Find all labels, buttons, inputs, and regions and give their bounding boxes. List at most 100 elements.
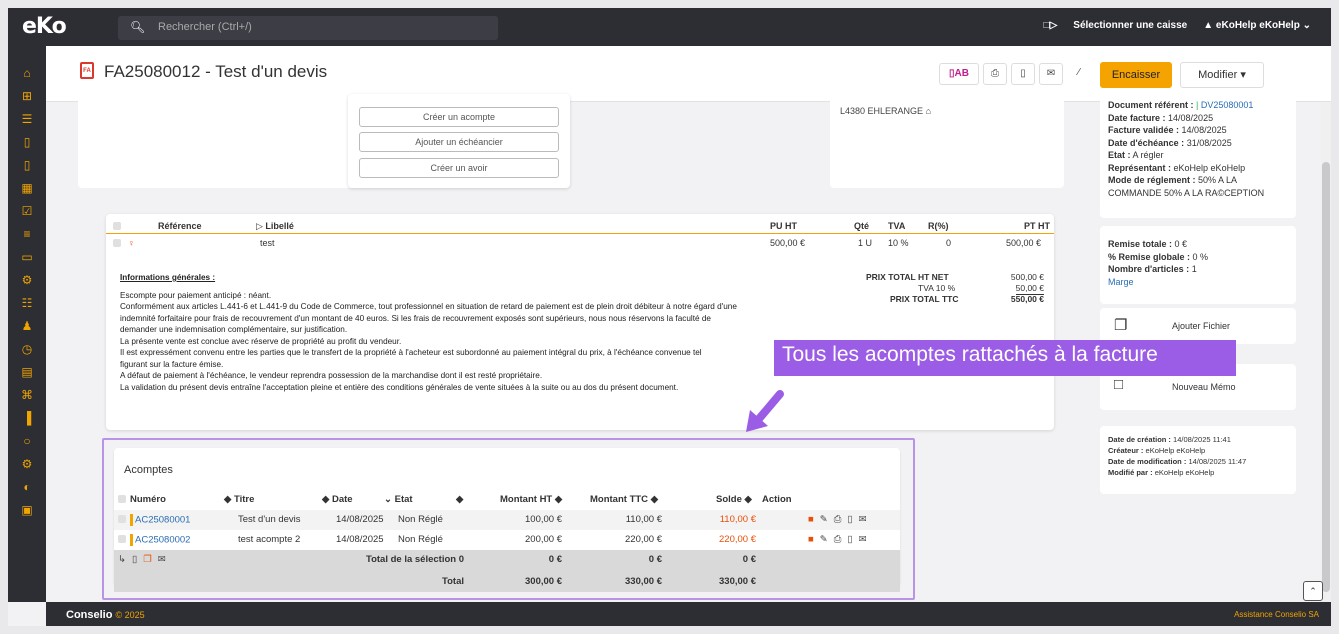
grid-icon[interactable]: ⊞ xyxy=(8,85,46,108)
edit-icon[interactable]: ✎ xyxy=(820,534,834,545)
chart-icon[interactable]: ▐ xyxy=(8,407,46,430)
etat-sort-icon[interactable]: ◆ xyxy=(456,494,463,505)
trash-icon[interactable]: ■ xyxy=(808,514,820,525)
footer-brand: Conselio xyxy=(66,609,113,621)
search-icon[interactable]: ○ xyxy=(8,430,46,453)
document-add-icon[interactable]: ▯ xyxy=(8,154,46,177)
col-ttc-label: Montant TTC xyxy=(590,494,649,505)
attach-button[interactable]: ∕ xyxy=(1067,63,1091,85)
modifier-button[interactable]: Modifier ▾ xyxy=(1180,62,1264,88)
col-reference[interactable]: Référence xyxy=(158,221,202,231)
pdf-icon[interactable]: ▯ xyxy=(847,534,858,545)
create-avoir-button[interactable]: Créer un avoir xyxy=(359,158,559,178)
date-facture: 14/08/2025 xyxy=(1168,112,1214,123)
row-checkbox[interactable] xyxy=(118,535,126,544)
mail-icon: ✉ xyxy=(1046,68,1056,79)
pdf-icon[interactable]: ▯ xyxy=(847,514,858,525)
pdf-button[interactable]: ▯ xyxy=(1011,63,1035,85)
email-button[interactable]: ✉ xyxy=(1039,63,1063,85)
acompte-solde: 220,00 € xyxy=(719,534,756,545)
nb-label: Nombre d'articles : xyxy=(1108,264,1190,274)
scrollbar-thumb[interactable] xyxy=(1322,162,1330,592)
create-acompte-button[interactable]: Créer un acompte xyxy=(359,107,559,127)
register-icon[interactable]: □▷ xyxy=(1044,20,1058,31)
print-icon: ⎙ xyxy=(991,68,999,79)
acomptes-select-all[interactable] xyxy=(118,495,126,504)
col-titre-label: Titre xyxy=(233,494,255,505)
mail-icon[interactable]: ✉ xyxy=(158,554,172,565)
acompte-row[interactable]: AC25080002 test acompte 2 14/08/2025 Non… xyxy=(114,530,900,550)
logo[interactable]: eKo xyxy=(22,14,67,39)
marge-link[interactable]: Marge xyxy=(1108,276,1208,289)
ab-button[interactable]: ▯AB xyxy=(939,63,979,85)
col-ht[interactable]: Montant HT ◆ xyxy=(500,494,562,505)
select-register-button[interactable]: Sélectionner une caisse xyxy=(1073,20,1187,31)
line-checkbox[interactable] xyxy=(113,239,121,247)
col-pu: PU HT xyxy=(770,221,797,231)
col-numero[interactable]: Numéro xyxy=(130,494,166,505)
doc-ref-link[interactable]: DV25080001 xyxy=(1201,100,1254,110)
selection-solde: 0 € xyxy=(742,554,756,565)
gear-icon[interactable]: ⚙ xyxy=(8,453,46,476)
print-button[interactable]: ⎙ xyxy=(983,63,1007,85)
document-icon[interactable]: ▯ xyxy=(8,131,46,154)
col-titre[interactable]: ◆ Titre xyxy=(224,494,254,505)
scrollbar[interactable] xyxy=(1321,102,1331,602)
add-echeancier-button[interactable]: Ajouter un échéancier xyxy=(359,132,559,152)
search-input[interactable]: 🔍︎ Rechercher (Ctrl+/) xyxy=(118,16,498,40)
col-libelle-label: Libellé xyxy=(265,221,294,231)
list-numbered-icon[interactable]: ≡ xyxy=(8,223,46,246)
row-checkbox[interactable] xyxy=(118,515,126,524)
settings-list-icon[interactable]: ⚙ xyxy=(8,269,46,292)
pdf-icon[interactable]: ▯ xyxy=(132,554,143,565)
edit-icon[interactable]: ✎ xyxy=(820,514,834,525)
acompte-number-link[interactable]: AC25080002 xyxy=(135,535,190,546)
forward-icon[interactable]: ↳ xyxy=(118,554,132,565)
receipt-icon[interactable]: ▤ xyxy=(8,361,46,384)
totals-card: Remise totale : 0 € % Remise globale : 0… xyxy=(1100,226,1296,304)
encaisser-button[interactable]: Encaisser xyxy=(1100,62,1172,88)
network-icon[interactable]: ⌘ xyxy=(8,384,46,407)
line-pt: 500,00 € xyxy=(1006,238,1042,248)
calendar-check-icon[interactable]: ☑ xyxy=(8,200,46,223)
print-icon[interactable]: ⎙ xyxy=(834,534,848,545)
acompte-row[interactable]: AC25080001 Test d'un devis 14/08/2025 No… xyxy=(114,510,900,530)
col-solde-label: Solde xyxy=(716,494,742,505)
acompte-number-link[interactable]: AC25080001 xyxy=(135,515,190,526)
col-ttc[interactable]: Montant TTC ◆ xyxy=(590,494,658,505)
doc-ref-label: Document référent : xyxy=(1108,100,1194,110)
home-icon[interactable]: ⌂ xyxy=(8,62,46,85)
assistance-link[interactable]: Assistance Conselio SA xyxy=(1234,610,1319,619)
sitemap-icon[interactable]: ☷ xyxy=(8,292,46,315)
clock-icon[interactable]: ◷ xyxy=(8,338,46,361)
acomptes-header-row: Numéro ◆ Titre ◆ Date ⌄ Etat ◆ Montant H… xyxy=(114,490,900,510)
echeance-label: Date d'échéance : xyxy=(1108,137,1185,148)
col-solde[interactable]: Solde ◆ xyxy=(716,494,752,505)
trash-icon[interactable]: ■ xyxy=(808,534,820,545)
acompte-titre: Test d'un devis xyxy=(238,514,301,525)
select-all-checkbox[interactable] xyxy=(113,222,121,230)
mail-icon[interactable]: ✉ xyxy=(859,514,873,525)
col-libelle[interactable]: ▷ Libellé xyxy=(256,221,294,232)
list-icon[interactable]: ☰ xyxy=(8,108,46,131)
col-etat[interactable]: ⌄ Etat xyxy=(384,494,413,505)
mail-icon[interactable]: ✉ xyxy=(859,534,873,545)
print-icon[interactable]: ⎙ xyxy=(834,514,848,525)
invoice-line[interactable]: ♀ test 500,00 € 1 U 10 % 0 500,00 € xyxy=(106,236,1054,250)
col-date[interactable]: ◆ Date xyxy=(322,494,353,505)
search-icon: 🔍︎ xyxy=(130,20,146,34)
add-file-card[interactable]: ❐ Ajouter Fichier xyxy=(1100,308,1296,344)
calendar-icon[interactable]: ▦ xyxy=(8,177,46,200)
folder-icon[interactable]: ▭ xyxy=(8,246,46,269)
palette-icon[interactable]: ◐ xyxy=(8,476,46,499)
copy-icon[interactable]: ❐ xyxy=(143,554,158,565)
calculator-icon[interactable]: ▣ xyxy=(8,499,46,522)
col-date-label: Date xyxy=(331,494,353,505)
general-line: Conformément aux articles L.441-6 et L.4… xyxy=(120,302,737,311)
user-menu[interactable]: ▲ eKoHelp eKoHelp ⌄ xyxy=(1203,20,1311,31)
people-icon[interactable]: ♟ xyxy=(8,315,46,338)
scroll-top-button[interactable]: ⌃ xyxy=(1303,581,1323,601)
key-icon: ♀ xyxy=(128,238,135,248)
selection-ht: 0 € xyxy=(548,554,562,565)
invoice-lines-card: Référence ▷ Libellé PU HT Qté TVA R(%) P… xyxy=(106,214,1054,430)
